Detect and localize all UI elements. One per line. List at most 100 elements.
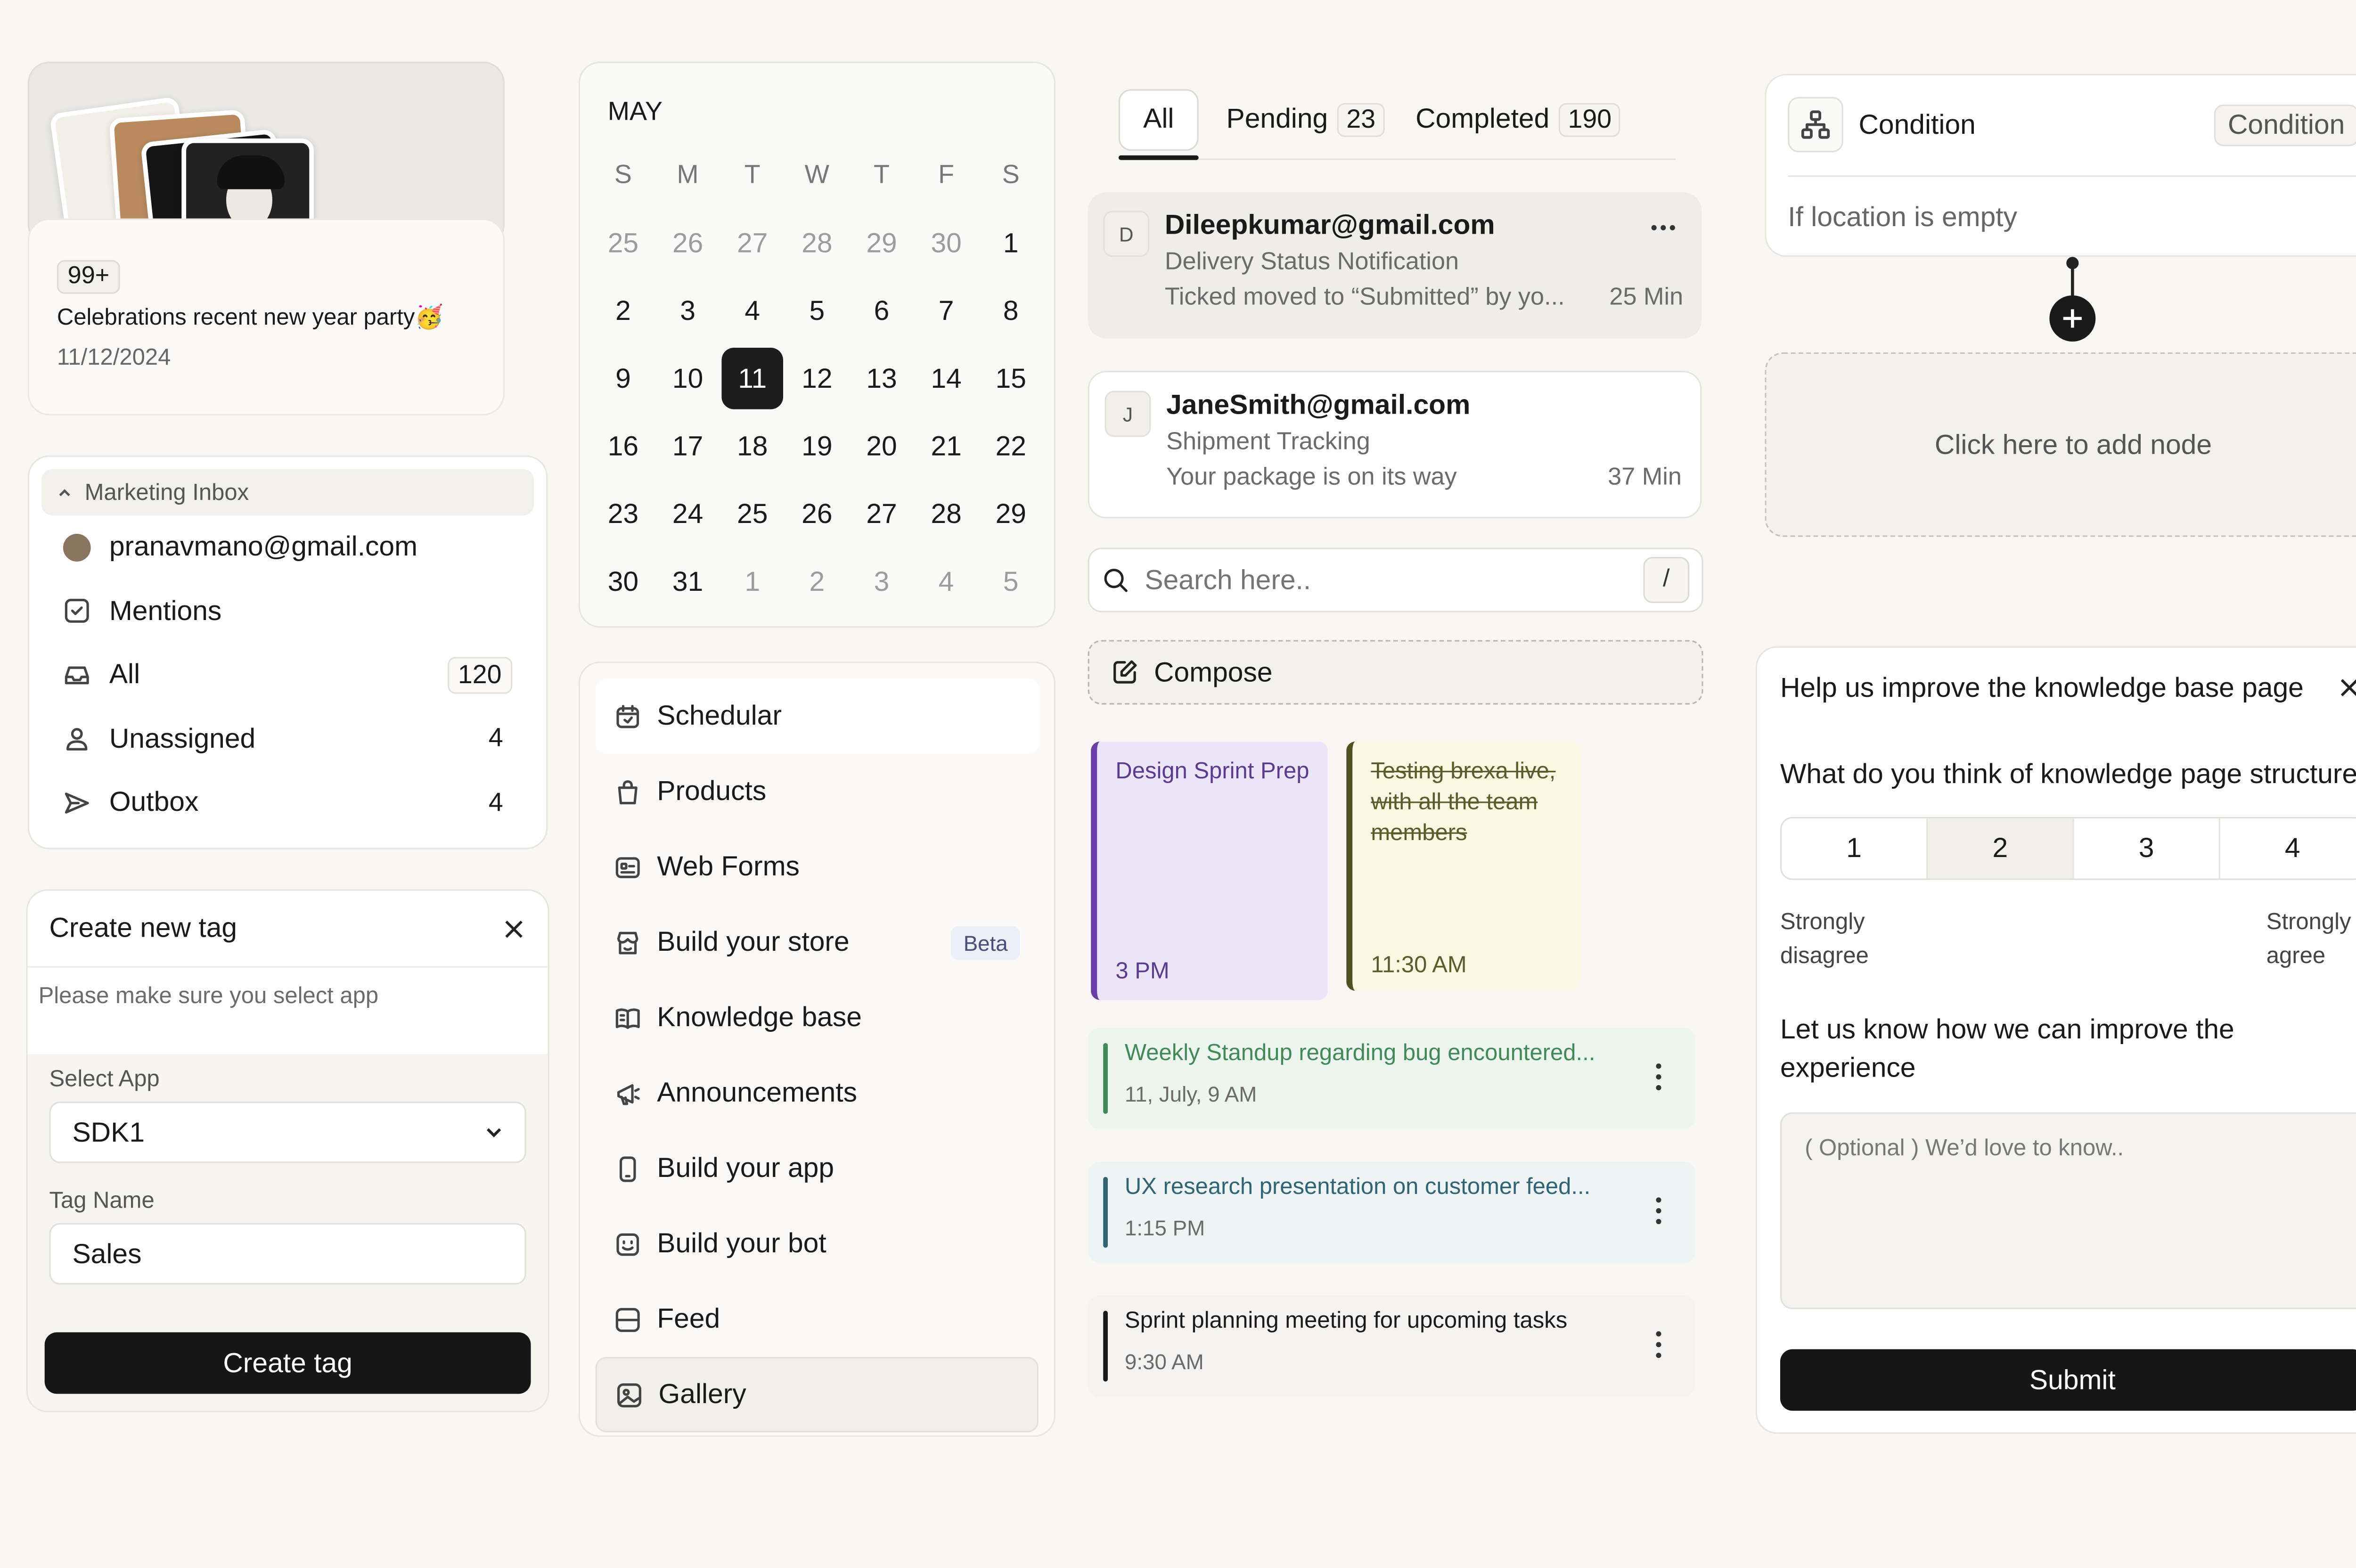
calendar-day[interactable]: 4 bbox=[916, 551, 977, 612]
add-node-button[interactable] bbox=[2049, 295, 2096, 342]
calendar-day[interactable]: 6 bbox=[851, 280, 913, 342]
calendar-day[interactable]: 9 bbox=[592, 348, 654, 409]
calendar-day[interactable]: 24 bbox=[657, 483, 719, 545]
calendar-day[interactable]: 2 bbox=[592, 280, 654, 342]
calendar-day[interactable]: 25 bbox=[592, 212, 654, 274]
calendar-day[interactable]: 17 bbox=[657, 416, 719, 477]
menu-item-feed[interactable]: Feed bbox=[596, 1282, 1039, 1357]
tab-pending[interactable]: Pending 23 bbox=[1211, 89, 1400, 150]
rating-option[interactable]: 4 bbox=[2220, 818, 2356, 878]
menu-item-label: Gallery bbox=[658, 1378, 746, 1410]
calendar-day[interactable]: 16 bbox=[592, 416, 654, 477]
calendar-day[interactable]: 21 bbox=[916, 416, 977, 477]
create-tag-button[interactable]: Create tag bbox=[44, 1332, 531, 1394]
menu-item-build-app[interactable]: Build your app bbox=[596, 1131, 1039, 1206]
search-input[interactable] bbox=[1145, 564, 1606, 596]
calendar-day[interactable]: 28 bbox=[786, 212, 848, 274]
calendar-day[interactable]: 14 bbox=[916, 348, 977, 409]
calendar-day[interactable]: 19 bbox=[786, 416, 848, 477]
inbox-count-badge: 4 bbox=[488, 723, 503, 753]
calendar-day[interactable]: 26 bbox=[657, 212, 719, 274]
calendar-day[interactable]: 13 bbox=[851, 348, 913, 409]
calendar-day[interactable]: 31 bbox=[657, 551, 719, 612]
more-vertical-icon[interactable] bbox=[1655, 1329, 1661, 1360]
calendar-day[interactable]: 27 bbox=[721, 212, 783, 274]
tab-all[interactable]: All bbox=[1118, 88, 1199, 150]
rating-option[interactable]: 1 bbox=[1782, 818, 1928, 879]
menu-item-schedular[interactable]: Schedular bbox=[595, 678, 1039, 754]
calendar-day[interactable]: 18 bbox=[721, 416, 783, 477]
close-icon[interactable] bbox=[501, 916, 526, 940]
rating-option-selected[interactable]: 2 bbox=[1928, 818, 2074, 879]
close-icon[interactable] bbox=[2337, 675, 2356, 700]
create-tag-dialog: Create new tag Please make sure you sele… bbox=[26, 889, 549, 1413]
phone-icon bbox=[619, 1155, 636, 1182]
calendar-day[interactable]: 25 bbox=[721, 483, 783, 545]
calendar-day[interactable]: 23 bbox=[592, 483, 654, 545]
calendar-day[interactable]: 20 bbox=[851, 416, 913, 477]
calendar-day[interactable]: 3 bbox=[851, 551, 913, 612]
tab-completed[interactable]: Completed 190 bbox=[1400, 89, 1636, 150]
event-folder-card[interactable]: 99+ Celebrations recent new year party🥳 … bbox=[27, 61, 505, 416]
submit-button[interactable]: Submit bbox=[1780, 1349, 2356, 1411]
calendar-day[interactable]: 1 bbox=[721, 551, 783, 612]
tag-name-input[interactable]: Sales bbox=[49, 1223, 526, 1285]
calendar-day[interactable]: 5 bbox=[786, 280, 848, 342]
select-app-dropdown[interactable]: SDK1 bbox=[49, 1101, 526, 1163]
calendar-day[interactable]: 29 bbox=[851, 212, 913, 274]
inbox-count-badge: 4 bbox=[488, 787, 503, 817]
more-horizontal-icon[interactable] bbox=[1649, 223, 1677, 232]
sticky-note[interactable]: Design Sprint Prep 3 PM bbox=[1091, 741, 1328, 1000]
more-vertical-icon[interactable] bbox=[1655, 1195, 1661, 1226]
rating-option[interactable]: 3 bbox=[2074, 818, 2220, 879]
event-item[interactable]: Weekly Standup regarding bug encountered… bbox=[1088, 1028, 1696, 1129]
calendar-day[interactable]: 26 bbox=[786, 483, 848, 545]
count-badge: 99+ bbox=[57, 260, 121, 294]
calendar-day[interactable]: 10 bbox=[657, 348, 719, 409]
event-item[interactable]: Sprint planning meeting for upcoming tas… bbox=[1088, 1295, 1696, 1397]
calendar-day[interactable]: 2 bbox=[786, 551, 848, 612]
calendar-day[interactable]: 30 bbox=[916, 212, 977, 274]
menu-item-build-store[interactable]: Build your store Beta bbox=[596, 905, 1039, 980]
calendar-day[interactable]: 7 bbox=[916, 280, 977, 342]
menu-item-announcements[interactable]: Announcements bbox=[596, 1055, 1039, 1131]
sticky-note[interactable]: Testing brexa live, with all the team me… bbox=[1346, 741, 1580, 991]
calendar-day[interactable]: 28 bbox=[916, 483, 977, 545]
inbox-item-account[interactable]: pranavmano@gmail.com bbox=[41, 515, 534, 580]
mail-sender: Dileepkumar@gmail.com bbox=[1164, 209, 1495, 240]
calendar-day[interactable]: 4 bbox=[721, 280, 783, 342]
menu-item-gallery[interactable]: Gallery bbox=[595, 1356, 1039, 1432]
calendar-day[interactable]: 29 bbox=[980, 483, 1042, 545]
inbox-item-outbox[interactable]: Outbox 4 bbox=[41, 771, 534, 835]
calendar-day[interactable]: 1 bbox=[980, 212, 1042, 274]
question-structure: What do you think of knowledge page stru… bbox=[1780, 758, 2356, 790]
calendar-day[interactable]: 22 bbox=[980, 416, 1042, 477]
calendar-day[interactable]: 3 bbox=[657, 280, 719, 342]
feedback-textarea[interactable]: ( Optional ) We’d love to know.. bbox=[1780, 1112, 2356, 1309]
inbox-item-unassigned[interactable]: Unassigned 4 bbox=[41, 707, 534, 771]
mail-item[interactable]: J JaneSmith@gmail.com Shipment Tracking … bbox=[1088, 370, 1702, 519]
event-item[interactable]: UX research presentation on customer fee… bbox=[1088, 1161, 1696, 1263]
mail-tabs: All Pending 23 Completed 190 bbox=[1118, 80, 1676, 160]
inbox-item-all[interactable]: All 120 bbox=[41, 643, 534, 707]
calendar-day-selected[interactable]: 11 bbox=[721, 347, 784, 409]
menu-item-build-bot[interactable]: Build your bot bbox=[596, 1206, 1039, 1282]
menu-item-web-forms[interactable]: Web Forms bbox=[596, 829, 1039, 905]
mail-item[interactable]: D Dileepkumar@gmail.com Delivery Status … bbox=[1088, 192, 1702, 339]
inbox-header-label: Marketing Inbox bbox=[84, 479, 249, 506]
inbox-item-mentions[interactable]: Mentions bbox=[41, 579, 534, 643]
calendar-day[interactable]: 15 bbox=[980, 348, 1042, 409]
calendar-day[interactable]: 5 bbox=[980, 551, 1042, 612]
menu-item-knowledge-base[interactable]: Knowledge base bbox=[596, 980, 1039, 1055]
inbox-header[interactable]: Marketing Inbox bbox=[41, 469, 534, 515]
calendar-day[interactable]: 30 bbox=[592, 551, 654, 612]
calendar-day[interactable]: 12 bbox=[786, 348, 848, 409]
menu-item-products[interactable]: Products bbox=[596, 754, 1039, 829]
calendar-day[interactable]: 27 bbox=[851, 483, 913, 545]
inbox-count-badge: 120 bbox=[447, 656, 513, 694]
calendar-day[interactable]: 8 bbox=[980, 280, 1042, 342]
add-node-dropzone[interactable]: Click here to add node bbox=[1765, 352, 2356, 537]
more-vertical-icon[interactable] bbox=[1655, 1062, 1661, 1092]
compose-button[interactable]: Compose bbox=[1088, 640, 1703, 705]
condition-node[interactable]: Condition Condition If location is empty bbox=[1765, 74, 2356, 257]
